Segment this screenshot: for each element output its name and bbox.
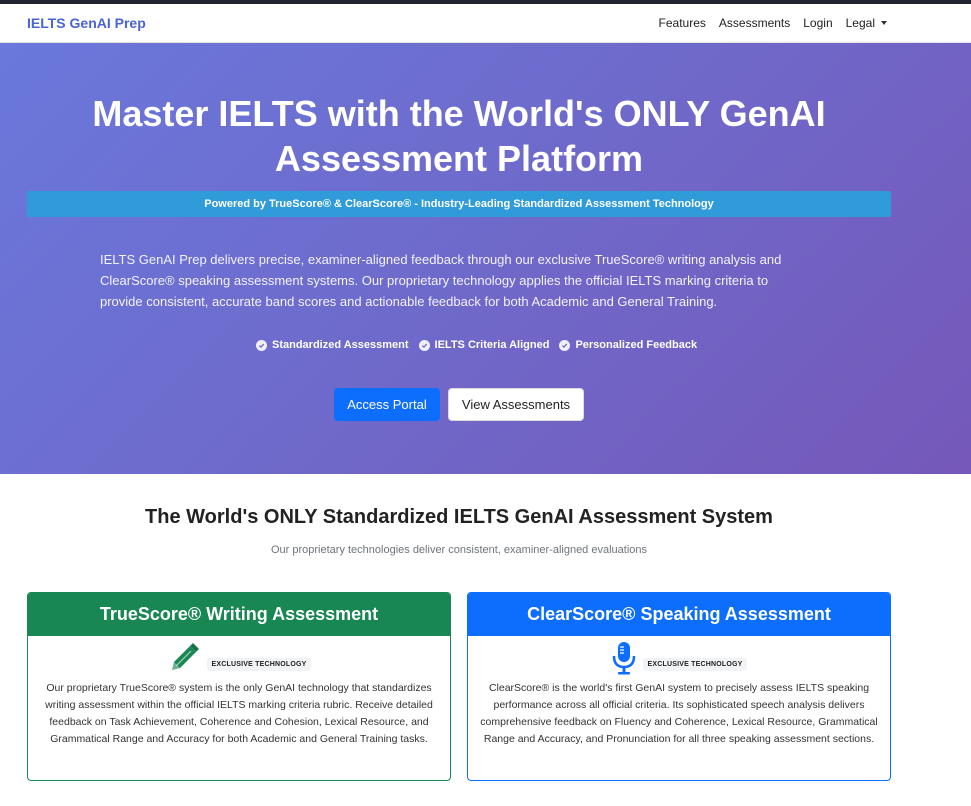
card-description: ClearScore® is the world's first GenAI s… [480, 682, 878, 745]
brand-logo[interactable]: IELTS GenAI Prep [27, 15, 146, 31]
view-assessments-button[interactable]: View Assessments [448, 388, 584, 421]
check-circle-icon [559, 339, 571, 351]
feature-item: IELTS Criteria Aligned [418, 339, 550, 351]
card-title: TrueScore® Writing Assessment [28, 593, 450, 636]
caret-down-icon [881, 21, 887, 25]
section-title: The World's ONLY Standardized IELTS GenA… [145, 506, 773, 528]
exclusive-technology-badge: EXCLUSIVE TECHNOLOGY [207, 657, 311, 671]
feature-label: Personalized Feedback [575, 339, 698, 351]
card-title: ClearScore® Speaking Assessment [468, 593, 890, 636]
feature-item: Standardized Assessment [256, 339, 409, 351]
feature-label: Standardized Assessment [272, 339, 409, 351]
speaking-assessment-card: ClearScore® Speaking Assessment EXCLUSIV… [467, 592, 891, 781]
microphone-icon [611, 641, 637, 680]
nav-links: Features Assessments Login Legal [659, 16, 887, 30]
feature-list: Standardized Assessment IELTS Criteria A… [256, 339, 697, 351]
card-description: Our proprietary TrueScore® system is the… [45, 682, 433, 745]
check-circle-icon [418, 339, 430, 351]
access-portal-button[interactable]: Access Portal [334, 388, 440, 421]
navbar: IELTS GenAI Prep Features Assessments Lo… [0, 4, 971, 43]
feature-label: IELTS Criteria Aligned [434, 339, 550, 351]
writing-assessment-card: TrueScore® Writing Assessment EXCLUSIVE … [27, 592, 451, 781]
check-circle-icon [256, 339, 267, 351]
section-subtitle: Our proprietary technologies deliver con… [270, 544, 648, 556]
nav-link-login[interactable]: Login [803, 16, 832, 30]
nav-link-features[interactable]: Features [659, 16, 706, 30]
card-icon-row: EXCLUSIVE TECHNOLOGY [468, 640, 890, 680]
powered-by-banner: Powered by TrueScore® & ClearScore® - In… [27, 191, 891, 217]
hero-section: Master IELTS with the World's ONLY GenAI… [0, 43, 971, 474]
exclusive-technology-badge: EXCLUSIVE TECHNOLOGY [643, 657, 747, 671]
pencil-icon [167, 641, 201, 680]
card-icon-row: EXCLUSIVE TECHNOLOGY [28, 640, 450, 680]
hero-description: IELTS GenAI Prep delivers precise, exami… [100, 252, 782, 309]
hero-title: Master IELTS with the World's ONLY GenAI… [92, 93, 826, 179]
nav-link-legal-label: Legal [845, 16, 875, 30]
feature-item: Personalized Feedback [559, 339, 697, 351]
nav-link-assessments[interactable]: Assessments [719, 16, 790, 30]
nav-dropdown-legal[interactable]: Legal [846, 16, 887, 30]
